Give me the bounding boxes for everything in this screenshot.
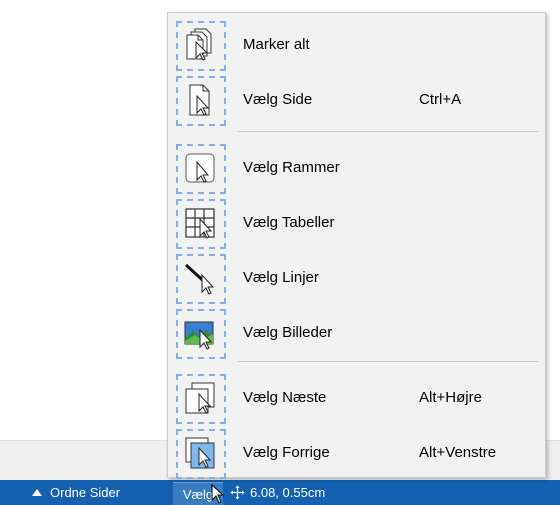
mouse-pointer-icon [211,484,225,504]
menu-item-label: Vælg Billeder [243,324,333,341]
menu-item-shortcut: Ctrl+A [419,91,462,108]
menu-item-select-tables[interactable]: Vælg Tabeller [168,191,545,249]
menu-item-select-images[interactable]: Vælg Billeder [168,301,545,359]
coordinates-value: 6.08, 0.55cm [250,485,326,500]
menu-separator [238,361,538,362]
menu-item-select-frames[interactable]: Vælg Rammer [168,136,545,194]
select-all-icon [176,21,226,71]
menu-item-label: Vælg Næste [243,389,327,406]
select-lines-icon [176,254,226,304]
app-window: Ordne Sider Vælg 6.08, 0.55cm Marker alt… [0,0,560,505]
menu-item-label: Marker alt [243,36,310,53]
menu-item-select-lines[interactable]: Vælg Linjer [168,246,545,304]
status-bar: Ordne Sider Vælg 6.08, 0.55cm [0,480,560,505]
menu-item-shortcut: Alt+Venstre [419,444,497,461]
move-arrows-icon [230,485,245,500]
arrange-pages-button[interactable]: Ordne Sider [32,480,120,505]
select-next-icon [176,374,226,424]
select-images-icon [176,309,226,359]
menu-separator [238,131,538,132]
select-menu-label: Vælg [182,487,214,502]
menu-item-label: Vælg Tabeller [243,214,335,231]
menu-item-label: Vælg Side [243,91,313,108]
menu-item-label: Vælg Linjer [243,269,319,286]
select-tables-icon [176,199,226,249]
menu-item-shortcut: Alt+Højre [419,389,482,406]
cursor-coordinates: 6.08, 0.55cm [230,480,325,505]
select-previous-icon [176,429,226,479]
menu-item-select-all[interactable]: Marker alt [168,13,545,71]
select-frames-icon [176,144,226,194]
menu-item-label: Vælg Forrige [243,444,330,461]
select-dropdown-menu: Marker alt Vælg Side Ctrl+A Vælg Rammer … [167,12,546,479]
menu-item-select-page[interactable]: Vælg Side Ctrl+A [168,68,545,126]
select-page-icon [176,76,226,126]
menu-item-label: Vælg Rammer [243,159,340,176]
triangle-up-icon [32,489,42,496]
menu-item-select-next[interactable]: Vælg Næste Alt+Højre [168,366,545,424]
menu-item-select-previous[interactable]: Vælg Forrige Alt+Venstre [168,421,545,479]
arrange-pages-label: Ordne Sider [50,485,121,500]
